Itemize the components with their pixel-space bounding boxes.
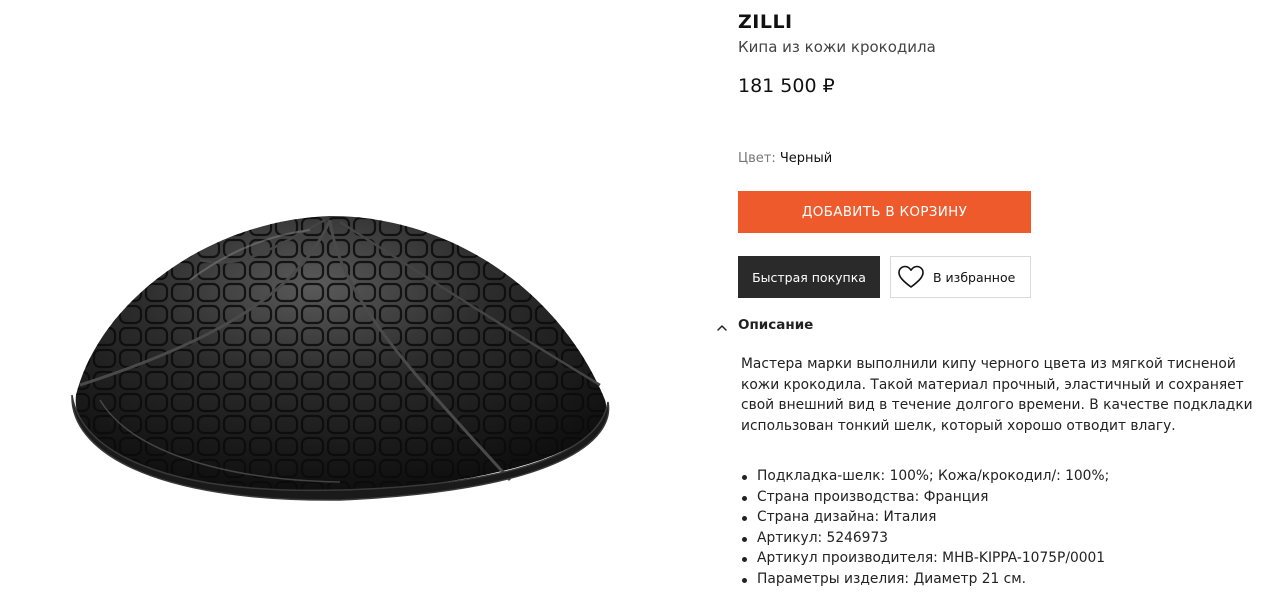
spec-item: Артикул: 5246973 bbox=[741, 528, 1266, 549]
spec-item: Подкладка-шелк: 100%; Кожа/крокодил/: 10… bbox=[741, 466, 1266, 487]
spec-item: Страна производства: Франция bbox=[741, 487, 1266, 508]
description-text: Мастера марки выполнили кипу черного цве… bbox=[741, 356, 1253, 434]
description-toggle[interactable]: Описание bbox=[716, 317, 813, 333]
product-image[interactable] bbox=[40, 150, 640, 570]
color-row: Цвет: Черный bbox=[738, 151, 832, 166]
specs-list: Подкладка-шелк: 100%; Кожа/крокодил/: 10… bbox=[741, 466, 1266, 589]
add-to-cart-button[interactable]: ДОБАВИТЬ В КОРЗИНУ bbox=[738, 191, 1031, 233]
spec-item: Страна дизайна: Италия bbox=[741, 507, 1266, 528]
heart-icon bbox=[897, 264, 925, 290]
kippah-image bbox=[71, 216, 610, 501]
brand-name[interactable]: ZILLI bbox=[738, 11, 793, 33]
spec-item: Параметры изделия: Диаметр 21 см. bbox=[741, 569, 1266, 590]
add-to-favorites-button[interactable]: В избранное bbox=[890, 256, 1031, 298]
spec-item: Артикул производителя: MHB-KIPPA-1075P/0… bbox=[741, 548, 1266, 569]
description-title: Описание bbox=[738, 317, 814, 333]
color-label: Цвет: bbox=[738, 151, 776, 166]
quick-buy-button[interactable]: Быстрая покупка bbox=[738, 256, 880, 298]
color-value: Черный bbox=[779, 151, 833, 166]
favorite-label: В избранное bbox=[933, 269, 1016, 285]
product-price: 181 500 ₽ bbox=[738, 75, 835, 97]
product-title: Кипа из кожи крокодила bbox=[738, 38, 936, 56]
chevron-up-icon bbox=[716, 319, 728, 331]
